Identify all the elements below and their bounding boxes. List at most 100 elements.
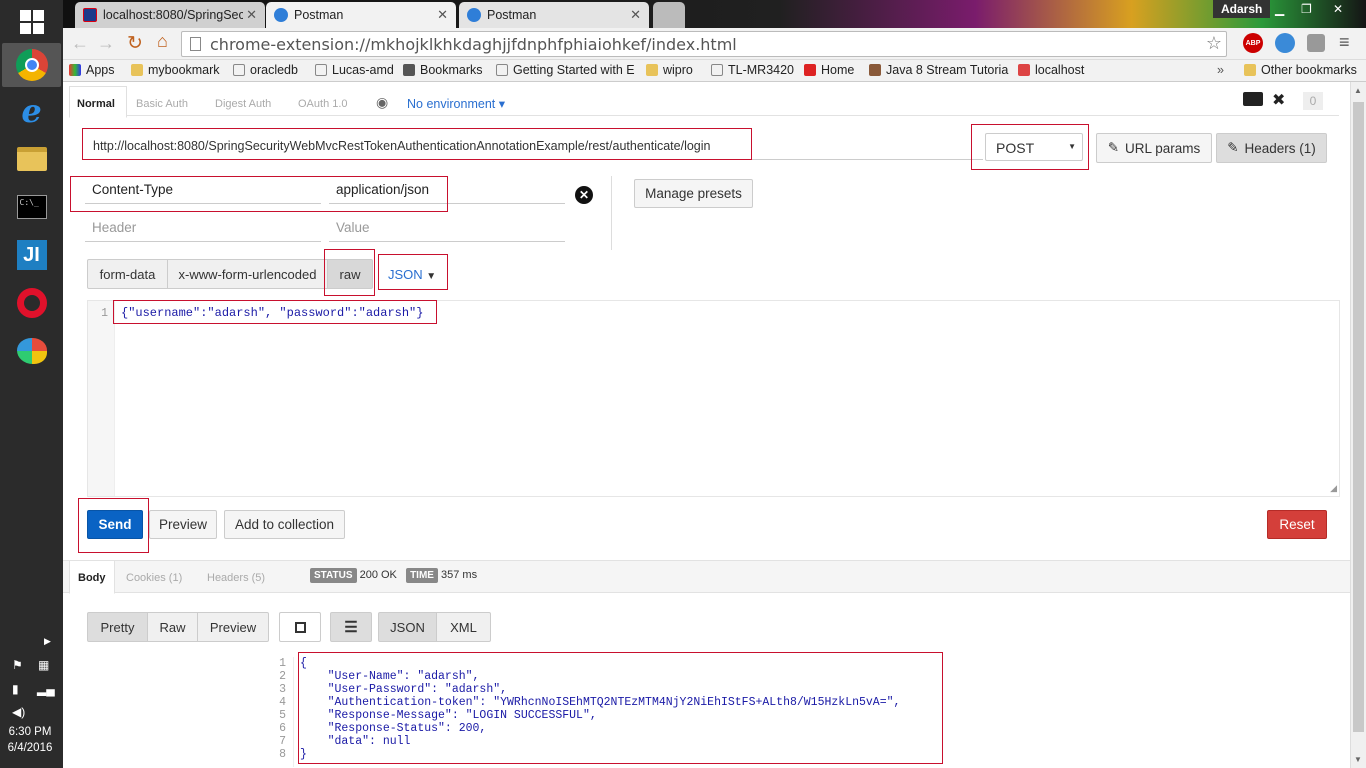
taskbar-cmd[interactable]: C:\_ (2, 185, 61, 229)
battery-icon[interactable]: ▮ (12, 682, 19, 696)
body-highlight-box (113, 300, 437, 324)
bookmark-java8[interactable]: Java 8 Stream Tutoria (869, 63, 1008, 77)
bookmark-localhost[interactable]: localhost (1018, 63, 1084, 77)
bookmark-label: Home (821, 63, 855, 77)
chrome-menu-icon[interactable]: ≡ (1339, 32, 1350, 53)
bookmark-tl-mr3420[interactable]: TL-MR3420 (711, 63, 794, 77)
extension-globe-icon[interactable] (1275, 33, 1295, 53)
tab-response-headers[interactable]: Headers (5) (207, 572, 265, 584)
bookmarks-overflow-icon[interactable]: » (1217, 63, 1224, 77)
urlencoded-button[interactable]: x-www-form-urlencoded (167, 259, 328, 289)
page-scrollbar[interactable]: ▲ ▼ (1350, 82, 1366, 768)
wrap-toggle-button[interactable]: ☰ (330, 612, 372, 642)
bookmark-bookmarks[interactable]: Bookmarks (403, 63, 483, 77)
taskbar-opera[interactable] (2, 281, 61, 325)
reload-icon[interactable]: ↻ (127, 32, 143, 55)
g-icon (1018, 64, 1030, 76)
url-params-button[interactable]: ✎ URL params (1096, 133, 1212, 163)
adblock-icon[interactable]: ABP (1243, 33, 1263, 53)
taskbar-chrome[interactable] (2, 43, 61, 87)
scroll-up-icon[interactable]: ▲ (1354, 86, 1362, 95)
address-bar[interactable]: chrome-extension://mkhojklkhkdaghjjfdnph… (181, 31, 1227, 57)
taskbar-paint[interactable] (2, 329, 61, 373)
windows-taskbar: e C:\_ JI ▶ ⚑ ▦ ▮ ▂▄ ◀) 6:30 PM 6/4/2016 (0, 0, 63, 768)
tab-cookies[interactable]: Cookies (1) (126, 572, 182, 584)
form-data-button[interactable]: form-data (87, 259, 168, 289)
request-body-editor[interactable]: 1 {"username":"adarsh", "password":"adar… (87, 300, 1340, 497)
json-format-button[interactable]: JSON (378, 612, 437, 642)
pretty-button[interactable]: Pretty (87, 612, 148, 642)
bookmark-label: wipro (663, 63, 693, 77)
back-icon[interactable]: ← (71, 33, 89, 54)
bookmark-lucas-amd[interactable]: Lucas-amd (315, 63, 394, 77)
taskbar-intellij[interactable]: JI (2, 233, 61, 277)
close-tab-icon[interactable]: ✕ (246, 7, 257, 23)
close-window-icon[interactable]: ✕ (1333, 2, 1343, 16)
tab-localhost[interactable]: localhost:8080/SpringSecu ✕ (75, 2, 265, 28)
bookmark-apps[interactable]: Apps (69, 63, 115, 77)
clock-time[interactable]: 6:30 PM (0, 726, 60, 738)
scroll-down-icon[interactable]: ▼ (1354, 755, 1362, 764)
tab-digest-auth[interactable]: Digest Auth (215, 98, 271, 110)
profile-name[interactable]: Adarsh (1213, 0, 1271, 18)
bookmark-star-icon[interactable]: ☆ (1206, 33, 1222, 54)
extension-square-icon[interactable] (1307, 34, 1325, 52)
keyboard-icon[interactable] (1243, 92, 1263, 106)
resize-handle-icon[interactable]: ◢ (1330, 483, 1337, 494)
tab-postman-active[interactable]: Postman ✕ (266, 2, 456, 28)
show-hidden-icons-icon[interactable]: ▶ (44, 636, 51, 647)
internet-explorer-icon: e (21, 92, 42, 130)
volume-icon[interactable]: ◀) (12, 705, 25, 719)
status-area: STATUS 200 OK TIME 357 ms (310, 568, 477, 583)
bookmark-wipro[interactable]: wipro (646, 63, 693, 77)
headers-button[interactable]: ✎ Headers (1) (1216, 133, 1327, 163)
tab-postman[interactable]: Postman ✕ (459, 2, 649, 28)
xml-format-button[interactable]: XML (436, 612, 491, 642)
response-line-number: 5 (279, 709, 286, 722)
taskbar-file-explorer[interactable] (2, 137, 61, 181)
url-highlight-box (82, 128, 752, 160)
headers-label: Headers (1) (1244, 140, 1316, 156)
new-header-value-input[interactable]: Value (329, 216, 565, 242)
forward-icon[interactable]: → (97, 33, 115, 54)
response-line-number: 6 (279, 722, 286, 735)
reset-button[interactable]: Reset (1267, 510, 1327, 539)
network-icon[interactable]: ▂▄ (37, 682, 55, 696)
preview-view-button[interactable]: Preview (197, 612, 269, 642)
folder-icon (1244, 64, 1256, 76)
taskbar-ie[interactable]: e (2, 89, 61, 133)
address-text: chrome-extension://mkhojklkhkdaghjjfdnph… (210, 35, 737, 54)
raw-view-button[interactable]: Raw (147, 612, 198, 642)
avatar-icon (869, 64, 881, 76)
fullscreen-button[interactable] (279, 612, 321, 642)
restore-icon[interactable]: ❐ (1301, 2, 1312, 16)
preview-button[interactable]: Preview (149, 510, 217, 539)
action-center-icon[interactable]: ⚑ (12, 658, 23, 672)
close-tab-icon[interactable]: ✕ (437, 7, 448, 23)
new-tab-button[interactable] (653, 2, 685, 28)
add-to-collection-button[interactable]: Add to collection (224, 510, 345, 539)
windows-start-button[interactable] (2, 0, 61, 44)
header-highlight-box (70, 176, 448, 212)
home-icon[interactable]: ⌂ (157, 31, 168, 52)
remove-header-icon[interactable]: ✕ (575, 186, 593, 204)
star-icon (403, 64, 415, 76)
bookmark-home[interactable]: Home (804, 63, 854, 77)
folder-icon (131, 64, 143, 76)
bookmark-oracledb[interactable]: oracledb (233, 63, 298, 77)
tab-basic-auth[interactable]: Basic Auth (136, 98, 188, 110)
bookmark-other[interactable]: Other bookmarks (1244, 63, 1357, 77)
clock-date[interactable]: 6/4/2016 (0, 742, 60, 754)
bookmark-mybookmark[interactable]: mybookmark (131, 63, 220, 77)
settings-wrench-icon[interactable]: ✖ (1272, 90, 1285, 110)
notification-counter[interactable]: 0 (1303, 92, 1323, 110)
scrollbar-thumb[interactable] (1353, 102, 1364, 732)
manage-presets-button[interactable]: Manage presets (634, 179, 753, 208)
bookmark-getting-started[interactable]: Getting Started with E (496, 63, 635, 77)
environment-select[interactable]: No environment ▾ (407, 96, 505, 111)
minimize-icon[interactable]: ▁ (1275, 2, 1284, 16)
tab-oauth[interactable]: OAuth 1.0 (298, 98, 348, 110)
new-header-key-input[interactable]: Header (85, 216, 321, 242)
close-tab-icon[interactable]: ✕ (630, 7, 641, 23)
windows-update-icon[interactable]: ▦ (38, 658, 49, 672)
